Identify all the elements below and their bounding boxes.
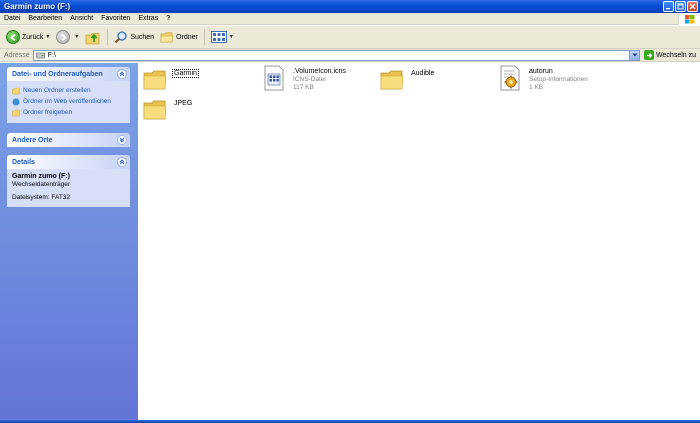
back-arrow-icon bbox=[6, 30, 20, 44]
go-label: Wechseln zu bbox=[656, 51, 696, 59]
folder-icon bbox=[380, 70, 404, 90]
file-item-autorun[interactable]: autorun Setup-Informationen 1 KB bbox=[497, 65, 612, 91]
folder-icon bbox=[143, 70, 167, 90]
menu-help[interactable]: ? bbox=[162, 15, 174, 22]
details-drive-type: Wechseldatenträger bbox=[12, 181, 71, 188]
menu-ansicht[interactable]: Ansicht bbox=[66, 15, 97, 22]
forward-button[interactable]: ▼ bbox=[53, 27, 82, 47]
chevron-down-icon bbox=[632, 53, 638, 57]
address-dropdown-button[interactable] bbox=[629, 49, 641, 61]
menu-bar: Datei Bearbeiten Ansicht Favoriten Extra… bbox=[0, 13, 700, 25]
minimize-button[interactable] bbox=[663, 1, 674, 12]
new-folder-icon bbox=[12, 87, 20, 94]
windows-logo-icon bbox=[678, 13, 700, 25]
details-drive-name: Garmin zumo (F:) bbox=[12, 173, 70, 180]
file-tasks-title: Datei- und Ordneraufgaben bbox=[12, 70, 103, 78]
toolbar-separator bbox=[107, 29, 109, 45]
file-name: Audible bbox=[411, 70, 435, 77]
details-header[interactable]: Details bbox=[7, 155, 130, 169]
toolbar-separator bbox=[203, 29, 205, 45]
views-icon bbox=[210, 31, 227, 43]
menu-datei[interactable]: Datei bbox=[0, 15, 24, 22]
other-places-panel: Andere Orte bbox=[7, 133, 130, 147]
up-folder-button[interactable] bbox=[82, 27, 104, 47]
file-name: Garmin bbox=[172, 69, 199, 78]
window-title: Garmin zumo (F:) bbox=[4, 2, 71, 11]
search-icon bbox=[115, 31, 127, 44]
setup-info-icon bbox=[500, 65, 520, 91]
title-bar: Garmin zumo (F:) bbox=[0, 0, 700, 13]
folders-label: Ordner bbox=[176, 33, 198, 41]
folders-button[interactable]: Ordner bbox=[157, 27, 201, 47]
file-size: 1 KB bbox=[529, 83, 544, 91]
folders-icon bbox=[160, 31, 174, 42]
icns-file-icon bbox=[264, 65, 284, 91]
collapse-chevron-icon[interactable] bbox=[117, 69, 127, 79]
share-folder-icon bbox=[12, 109, 20, 116]
new-folder-label: Neuen Ordner erstellen bbox=[23, 87, 91, 94]
go-arrow-icon bbox=[644, 50, 655, 60]
share-folder-link[interactable]: Ordner freigeben bbox=[12, 107, 125, 118]
file-size: 117 KB bbox=[293, 83, 314, 91]
file-name: .VolumeIcon.icns bbox=[293, 68, 346, 75]
file-view: Garmin .VolumeIcon.icns ICNS-Datei 117 K… bbox=[138, 63, 700, 420]
expand-chevron-icon[interactable] bbox=[117, 135, 127, 145]
maximize-button[interactable] bbox=[675, 1, 686, 12]
details-title: Details bbox=[12, 158, 35, 166]
menu-extras[interactable]: Extras bbox=[134, 15, 162, 22]
go-button[interactable]: Wechseln zu bbox=[644, 50, 696, 60]
web-publish-icon bbox=[12, 98, 20, 105]
file-item-volumeicon[interactable]: .VolumeIcon.icns ICNS-Datei 117 KB bbox=[261, 65, 376, 91]
publish-web-label: Ordner im Web veröffentlichen bbox=[23, 98, 111, 105]
close-icon bbox=[689, 3, 696, 10]
minimize-icon bbox=[666, 8, 670, 10]
maximize-icon bbox=[677, 3, 684, 10]
back-dropdown-icon[interactable]: ▼ bbox=[45, 34, 50, 40]
drive-icon bbox=[35, 52, 45, 59]
task-pane: Datei- und Ordneraufgaben Neuen Ordner e… bbox=[0, 63, 138, 420]
search-label: Suchen bbox=[130, 33, 155, 41]
new-folder-link[interactable]: Neuen Ordner erstellen bbox=[12, 85, 125, 96]
other-places-title: Andere Orte bbox=[12, 136, 53, 144]
address-value: F:\ bbox=[47, 51, 56, 59]
address-input[interactable]: F:\ bbox=[32, 49, 631, 61]
back-label: Zurück bbox=[22, 33, 44, 41]
details-panel: Details Garmin zumo (F:) Wechseldatenträ… bbox=[7, 155, 130, 207]
address-bar: Adresse F:\ Wechseln zu bbox=[0, 49, 700, 62]
back-button[interactable]: Zurück ▼ bbox=[3, 27, 53, 47]
collapse-chevron-icon[interactable] bbox=[117, 157, 127, 167]
file-item-audible[interactable]: Audible bbox=[379, 67, 494, 93]
close-button[interactable] bbox=[687, 1, 698, 12]
forward-dropdown-icon[interactable]: ▼ bbox=[74, 34, 79, 40]
address-label: Adresse bbox=[4, 51, 30, 59]
file-name: JPEG bbox=[174, 100, 193, 107]
search-button[interactable]: Suchen bbox=[111, 27, 157, 47]
publish-web-link[interactable]: Ordner im Web veröffentlichen bbox=[12, 96, 125, 107]
file-tasks-panel: Datei- und Ordneraufgaben Neuen Ordner e… bbox=[7, 67, 130, 123]
menu-favoriten[interactable]: Favoriten bbox=[97, 15, 134, 22]
other-places-header[interactable]: Andere Orte bbox=[7, 133, 130, 147]
up-folder-icon bbox=[85, 32, 100, 44]
menu-bearbeiten[interactable]: Bearbeiten bbox=[24, 15, 66, 22]
share-folder-label: Ordner freigeben bbox=[23, 109, 73, 116]
file-name: autorun bbox=[529, 68, 553, 75]
forward-arrow-icon bbox=[56, 30, 71, 44]
views-button[interactable]: ▼ bbox=[208, 27, 237, 47]
toolbar: Zurück ▼ ▼ Suchen Ordner ▼ bbox=[0, 26, 700, 49]
file-item-garmin[interactable]: Garmin bbox=[142, 67, 257, 93]
file-item-jpeg[interactable]: JPEG bbox=[142, 97, 257, 123]
file-type: Setup-Informationen bbox=[529, 76, 588, 83]
views-dropdown-icon[interactable]: ▼ bbox=[229, 34, 234, 40]
details-filesystem: Dateisystem: FAT32 bbox=[12, 194, 71, 201]
file-type: ICNS-Datei bbox=[293, 76, 326, 83]
file-tasks-header[interactable]: Datei- und Ordneraufgaben bbox=[7, 67, 130, 81]
folder-icon bbox=[143, 100, 167, 120]
